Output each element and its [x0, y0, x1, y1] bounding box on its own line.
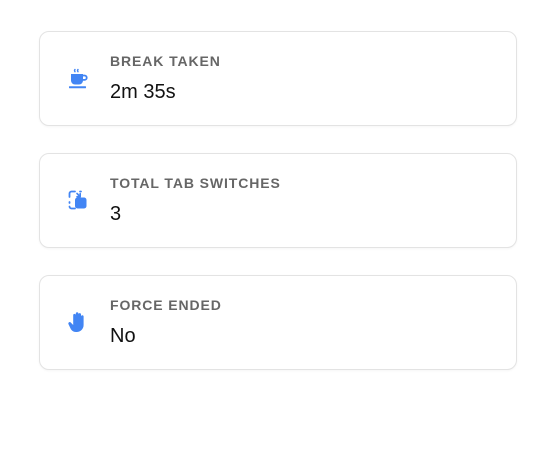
stat-value: 3 — [110, 203, 122, 225]
coffee-cup-icon — [66, 66, 90, 90]
stat-label: BREAK TAKEN — [110, 53, 221, 69]
stat-card-total-tab-switches: TOTAL TAB SWITCHES 3 — [39, 153, 517, 248]
stat-value: No — [110, 325, 136, 347]
stat-label: FORCE ENDED — [110, 297, 222, 313]
stat-card-break-taken: BREAK TAKEN 2m 35s — [39, 31, 517, 126]
stat-value: 2m 35s — [110, 81, 176, 103]
stat-card-force-ended: FORCE ENDED No — [39, 275, 517, 370]
tab-switch-icon — [66, 188, 90, 212]
raised-hand-icon — [66, 310, 90, 334]
stat-label: TOTAL TAB SWITCHES — [110, 175, 281, 191]
